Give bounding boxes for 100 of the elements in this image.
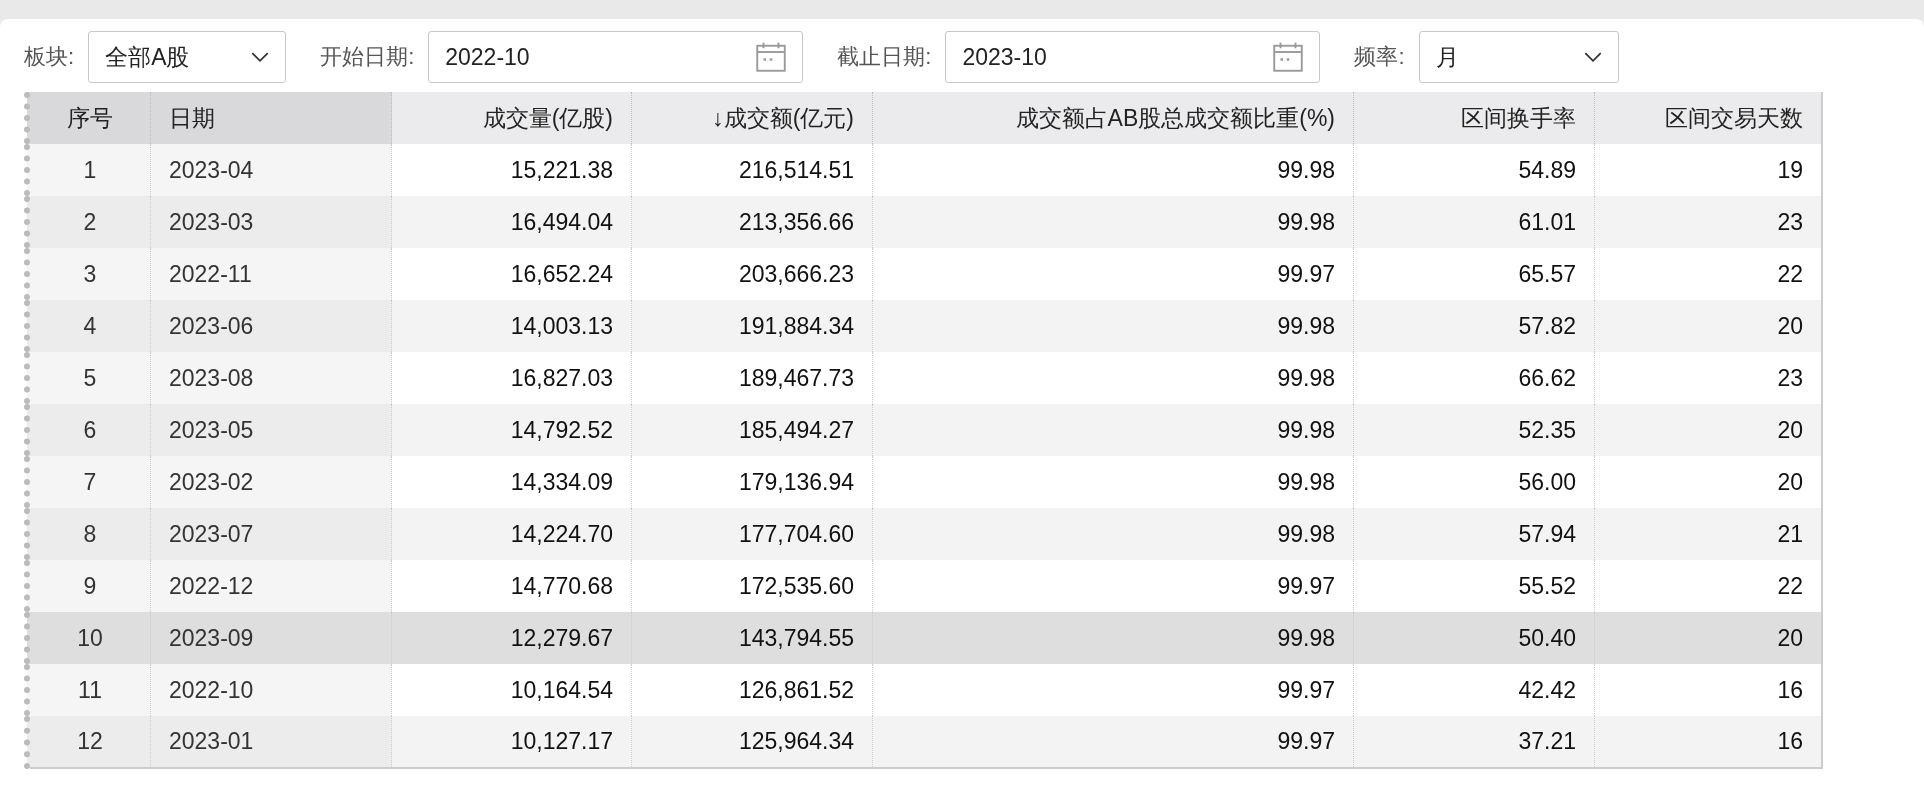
table-row[interactable]: 12 2023-01 10,127.17 125,964.34 99.97 37.21 16 [27,716,1822,768]
date-field[interactable]: 2023-10 [945,31,1321,83]
table-cell: 99.98 [872,300,1354,352]
table-cell: 14,770.68 [391,560,632,612]
column-header[interactable]: 区间换手率 [1353,92,1595,144]
table-cell: 56.00 [1353,456,1595,508]
dropdown[interactable]: 全部A股 [88,31,287,83]
table-cell: 54.89 [1353,144,1595,196]
table-row[interactable]: 7 2023-02 14,334.09 179,136.94 99.98 56.00 20 [27,456,1822,508]
table-cell: 20 [1594,612,1822,664]
table-cell: 16,494.04 [391,196,632,248]
table-cell: 16 [1594,664,1822,716]
table-cell: 2022-11 [150,248,392,300]
table-cell: 99.98 [872,404,1354,456]
table-cell: 19 [1594,144,1822,196]
table-cell: 57.82 [1353,300,1595,352]
table-cell: 2023-08 [150,352,392,404]
table-cell: 37.21 [1353,716,1595,768]
table-cell: 7 [27,456,151,508]
date-field[interactable]: 2022-10 [428,31,804,83]
table-row[interactable]: 1 2023-04 15,221.38 216,514.51 99.98 54.89 19 [27,144,1822,196]
table-row[interactable]: 4 2023-06 14,003.13 191,884.34 99.98 57.82 20 [27,300,1822,352]
table-cell: 2 [27,196,151,248]
chevron-down-icon [251,51,270,63]
table-cell: 65.57 [1353,248,1595,300]
table-cell: 99.98 [872,612,1354,664]
column-header[interactable]: 日期 [150,92,392,144]
table-row[interactable]: 11 2022-10 10,164.54 126,861.52 99.97 42.42 16 [27,664,1822,716]
table-cell: 16,827.03 [391,352,632,404]
table-cell: 14,224.70 [391,508,632,560]
table-cell: 125,964.34 [631,716,873,768]
table-cell: 3 [27,248,151,300]
column-header[interactable]: 序号 [27,92,151,144]
table-cell: 22 [1594,248,1822,300]
table-cell: 5 [27,352,151,404]
table-cell: 23 [1594,352,1822,404]
table-cell: 99.98 [872,144,1354,196]
table-cell: 189,467.73 [631,352,873,404]
table-row[interactable]: 3 2022-11 16,652.24 203,666.23 99.97 65.57 22 [27,248,1822,300]
table-cell: 99.98 [872,196,1354,248]
table-cell: 10,127.17 [391,716,632,768]
table-cell: 14,334.09 [391,456,632,508]
table-row[interactable]: 6 2023-05 14,792.52 185,494.27 99.98 52.35 20 [27,404,1822,456]
table-cell: 2022-12 [150,560,392,612]
column-header[interactable]: 区间交易天数 [1594,92,1822,144]
table-cell: 143,794.55 [631,612,873,664]
table-cell: 2023-02 [150,456,392,508]
table-cell: 21 [1594,508,1822,560]
table-cell: 61.01 [1353,196,1595,248]
table-cell: 16 [1594,716,1822,768]
table-cell: 14,792.52 [391,404,632,456]
table-cell: 191,884.34 [631,300,873,352]
table-cell: 2023-09 [150,612,392,664]
table-cell: 11 [27,664,151,716]
table-cell: 2023-03 [150,196,392,248]
table-cell: 126,861.52 [631,664,873,716]
table-cell: 15,221.38 [391,144,632,196]
table-cell: 12,279.67 [391,612,632,664]
table-cell: 185,494.27 [631,404,873,456]
table-cell: 99.97 [872,664,1354,716]
table-cell: 14,003.13 [391,300,632,352]
table-cell: 4 [27,300,151,352]
table-cell: 55.52 [1353,560,1595,612]
table-cell: 216,514.51 [631,144,873,196]
table-cell: 2023-04 [150,144,392,196]
column-header[interactable]: 成交量(亿股) [391,92,632,144]
dropdown[interactable]: 月 [1418,31,1619,83]
table-row[interactable]: 5 2023-08 16,827.03 189,467.73 99.98 66.62 23 [27,352,1822,404]
table-cell: 52.35 [1353,404,1595,456]
table-cell: 8 [27,508,151,560]
column-header[interactable]: ↓成交额(亿元) [631,92,873,144]
calendar-icon [1273,42,1304,72]
table-cell: 99.97 [872,716,1354,768]
table-cell: 23 [1594,196,1822,248]
table-cell: 177,704.60 [631,508,873,560]
table-cell: 2022-10 [150,664,392,716]
table-cell: 2023-01 [150,716,392,768]
table-cell: 172,535.60 [631,560,873,612]
table-row[interactable]: 2 2023-03 16,494.04 213,356.66 99.98 61.01 23 [27,196,1822,248]
chevron-down-icon [1583,51,1602,63]
table-cell: 99.97 [872,248,1354,300]
table-cell: 1 [27,144,151,196]
table-cell: 16,652.24 [391,248,632,300]
table-row[interactable]: 10 2023-09 12,279.67 143,794.55 99.98 50.40 20 [27,612,1822,664]
table-cell: 213,356.66 [631,196,873,248]
table-row[interactable]: 8 2023-07 14,224.70 177,704.60 99.98 57.94 21 [27,508,1822,560]
table-cell: 57.94 [1353,508,1595,560]
table-row[interactable]: 9 2022-12 14,770.68 172,535.60 99.97 55.52 22 [27,560,1822,612]
table-cell: 50.40 [1353,612,1595,664]
table-cell: 99.98 [872,508,1354,560]
table-cell: 22 [1594,560,1822,612]
table-cell: 6 [27,404,151,456]
field-label: 板块: [24,43,75,71]
table-cell: 42.42 [1353,664,1595,716]
column-header[interactable]: 成交额占AB股总成交额比重(%) [872,92,1354,144]
table-cell: 66.62 [1353,352,1595,404]
table-cell: 179,136.94 [631,456,873,508]
table-cell: 99.98 [872,456,1354,508]
table-cell: 10,164.54 [391,664,632,716]
table-cell: 10 [27,612,151,664]
